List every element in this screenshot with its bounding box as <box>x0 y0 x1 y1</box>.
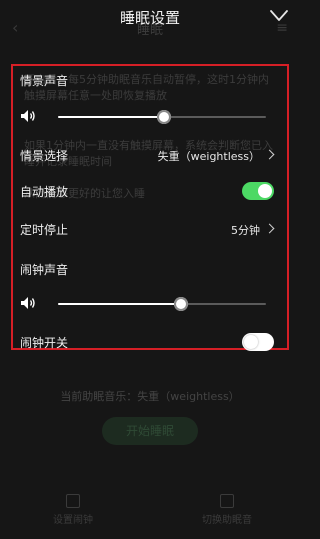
speaker-icon <box>21 297 35 309</box>
tab-set-alarm: 设置闹钟 <box>38 494 108 526</box>
scene-select-label: 情景选择 <box>20 149 69 163</box>
timer-value[interactable]: 5分钟 <box>231 222 260 238</box>
toggle-knob <box>258 184 272 198</box>
page-title: 睡眠设置 <box>119 9 180 27</box>
autoplay-toggle[interactable] <box>242 182 274 200</box>
tab-switch-music: 切换助眠音 <box>192 494 262 526</box>
timer-label: 定时停止 <box>20 223 69 237</box>
alarm-volume-fill <box>58 303 181 305</box>
settings-panel <box>11 64 289 350</box>
scene-volume-slider[interactable] <box>58 110 266 124</box>
toggle-knob <box>244 335 258 349</box>
alarm-icon <box>66 494 80 508</box>
alarm-volume-label: 闹钟声音 <box>20 263 69 277</box>
autoplay-label: 自动播放 <box>20 185 69 199</box>
scene-volume-thumb[interactable] <box>157 110 172 124</box>
start-sleep-button: 开始睡眠 <box>102 417 198 445</box>
alarm-volume-thumb[interactable] <box>173 297 188 311</box>
alarm-switch-label: 闹钟开关 <box>20 336 69 350</box>
scene-volume-label: 情景声音 <box>20 74 69 88</box>
chevron-down-icon[interactable] <box>270 9 288 23</box>
scene-volume-fill <box>58 116 165 118</box>
tab-label: 设置闹钟 <box>53 515 93 526</box>
tab-label: 切换助眠音 <box>202 515 252 526</box>
speaker-icon <box>21 110 35 122</box>
current-music-text: 当前助眠音乐：失重（weightless） <box>60 390 240 403</box>
alarm-switch-toggle[interactable] <box>242 333 274 351</box>
music-icon <box>220 494 234 508</box>
alarm-volume-slider[interactable] <box>58 297 266 311</box>
scene-select-value[interactable]: 失重（weightless） <box>158 148 260 164</box>
